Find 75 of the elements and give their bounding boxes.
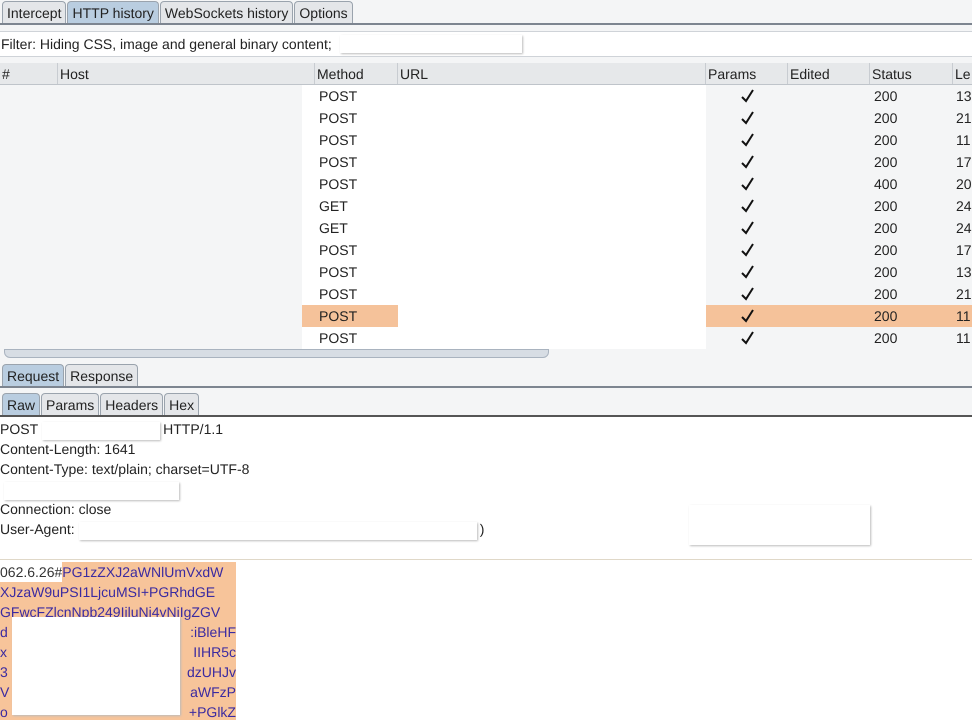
tab[interactable]: Response [65, 364, 138, 386]
tab[interactable]: Intercept [2, 1, 66, 23]
table-cell-text: 400 [873, 175, 898, 194]
body-text: GFwcFZlcnNpb249IiluNi4vNiIgZGV [0, 603, 220, 622]
tab[interactable]: Options [294, 1, 353, 23]
column-header[interactable]: URL [398, 63, 706, 84]
body-text: IIHR5c [193, 643, 236, 662]
scrollbar[interactable] [4, 349, 549, 358]
tab[interactable]: Params [41, 393, 100, 415]
table-cell-text: 200 [873, 263, 898, 282]
tab[interactable]: WebSockets history [160, 1, 294, 23]
table-cell[interactable]: POST [302, 107, 398, 129]
table-cell-text: 24 [955, 219, 972, 238]
header-line: Content-Length: 1641 [0, 440, 136, 459]
table-cell-text: 20 [955, 175, 972, 194]
header-line: User-Agent: [0, 520, 75, 539]
column-header[interactable]: Le [953, 63, 972, 84]
tab[interactable]: Headers [100, 393, 164, 415]
table-cell[interactable]: POST [302, 85, 398, 107]
header-line: POST [0, 420, 38, 439]
table-cell[interactable]: POST [302, 129, 398, 151]
body-text: aWFzP [190, 683, 236, 702]
table-cell-text: 200 [873, 329, 898, 348]
column-header[interactable]: # [0, 63, 58, 84]
body-text: PG1zZXJ2aWNlUmVxdW [62, 563, 224, 582]
table-cell[interactable]: POST [302, 283, 398, 305]
column-header[interactable]: Host [58, 63, 315, 84]
table-cell-text: 24 [955, 197, 972, 216]
table-cell-text: 200 [873, 153, 898, 172]
table-cell[interactable]: GET [302, 217, 398, 239]
table-cell[interactable]: POST [302, 151, 398, 173]
body-text: +PGlkZ [188, 703, 236, 720]
header-line: Connection: close [0, 500, 112, 519]
tab[interactable]: Hex [164, 393, 200, 415]
column-header[interactable]: Status [870, 63, 953, 84]
table-cell-text: 13 [955, 87, 972, 106]
header-line: HTTP/1.1 [163, 420, 224, 439]
tab[interactable]: HTTP history [67, 1, 159, 23]
table-cell[interactable]: GET [302, 195, 398, 217]
table-cell-text: 21 [955, 285, 972, 304]
table-cell-text: 200 [873, 197, 898, 216]
column-header[interactable]: Edited [788, 63, 870, 84]
body-text: o [0, 703, 8, 720]
table-cell[interactable]: POST [302, 261, 398, 283]
table-cell-text: 11 [955, 307, 971, 326]
table-cell-text: 200 [873, 109, 898, 128]
header-line: ) [480, 520, 484, 539]
table-cell[interactable]: POST [302, 173, 398, 195]
table-cell[interactable]: POST [302, 305, 398, 327]
body-text: x [0, 643, 7, 662]
table-cell[interactable]: POST [302, 327, 398, 349]
table-cell-text: 200 [873, 307, 898, 326]
body-text: :iBleHF [190, 623, 236, 642]
body-text: XJzaW9uPSI1LjcuMSI+PGRhdGE [0, 583, 216, 602]
body-text: 3 [0, 663, 8, 682]
body-text: d [0, 623, 8, 642]
table-cell-text: 200 [873, 131, 898, 150]
body-text: V [0, 683, 10, 702]
table-cell-text: 200 [873, 285, 898, 304]
table-cell-text: 11 [955, 329, 971, 348]
header-line: Content-Type: text/plain; charset=UTF-8 [0, 460, 250, 479]
table-cell-text: 200 [873, 241, 898, 260]
tab[interactable]: Raw [2, 393, 40, 415]
table-cell-text: 13 [955, 263, 972, 282]
table-cell-text: 11 [955, 131, 971, 150]
tab[interactable]: Request [2, 364, 64, 386]
table-cell-text: 17 [955, 153, 972, 172]
body-text: dzUHJv [186, 663, 236, 682]
table-cell-text: 17 [955, 241, 972, 260]
table-cell-text: 200 [873, 87, 898, 106]
table-cell-text: 21 [955, 109, 972, 128]
column-header[interactable]: Method [315, 63, 398, 84]
table-cell[interactable]: POST [302, 239, 398, 261]
column-header[interactable]: Params [706, 63, 788, 84]
table-cell-text: 200 [873, 219, 898, 238]
